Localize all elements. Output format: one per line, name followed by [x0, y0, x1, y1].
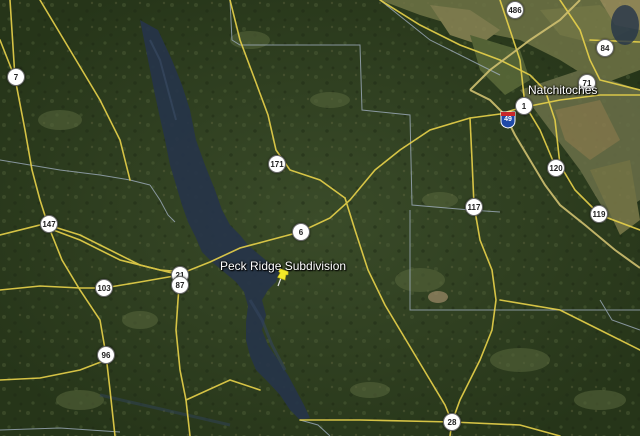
highway-shield-84[interactable]: 84 [596, 39, 614, 57]
highway-shield-120[interactable]: 120 [547, 159, 565, 177]
highway-shield-96[interactable]: 96 [97, 346, 115, 364]
highway-shield-147[interactable]: 147 [40, 215, 58, 233]
bare-ground [428, 291, 448, 303]
ne-lake [611, 5, 639, 45]
yellow-pushpin-icon[interactable] [275, 268, 291, 288]
highway-shield-119[interactable]: 119 [590, 205, 608, 223]
highway-shield-28[interactable]: 28 [443, 413, 461, 431]
interstate-shield-49[interactable]: 49 [499, 111, 517, 129]
map-imagery [0, 0, 640, 436]
highway-shield-171[interactable]: 171 [268, 155, 286, 173]
highway-shield-87[interactable]: 87 [171, 276, 189, 294]
highway-shield-7[interactable]: 7 [7, 68, 25, 86]
interstate-shield-label: 49 [504, 116, 512, 123]
highway-shield-103[interactable]: 103 [95, 279, 113, 297]
highway-shield-6[interactable]: 6 [292, 223, 310, 241]
satellite-map[interactable]: 486 84 71 1 7 171 120 117 119 6 147 21 8… [0, 0, 640, 436]
place-label-natchitoches[interactable]: Natchitoches [528, 83, 597, 97]
highway-shield-1[interactable]: 1 [515, 97, 533, 115]
terrain-texture [0, 0, 640, 436]
highway-shield-117[interactable]: 117 [465, 198, 483, 216]
highway-shield-486[interactable]: 486 [506, 1, 524, 19]
